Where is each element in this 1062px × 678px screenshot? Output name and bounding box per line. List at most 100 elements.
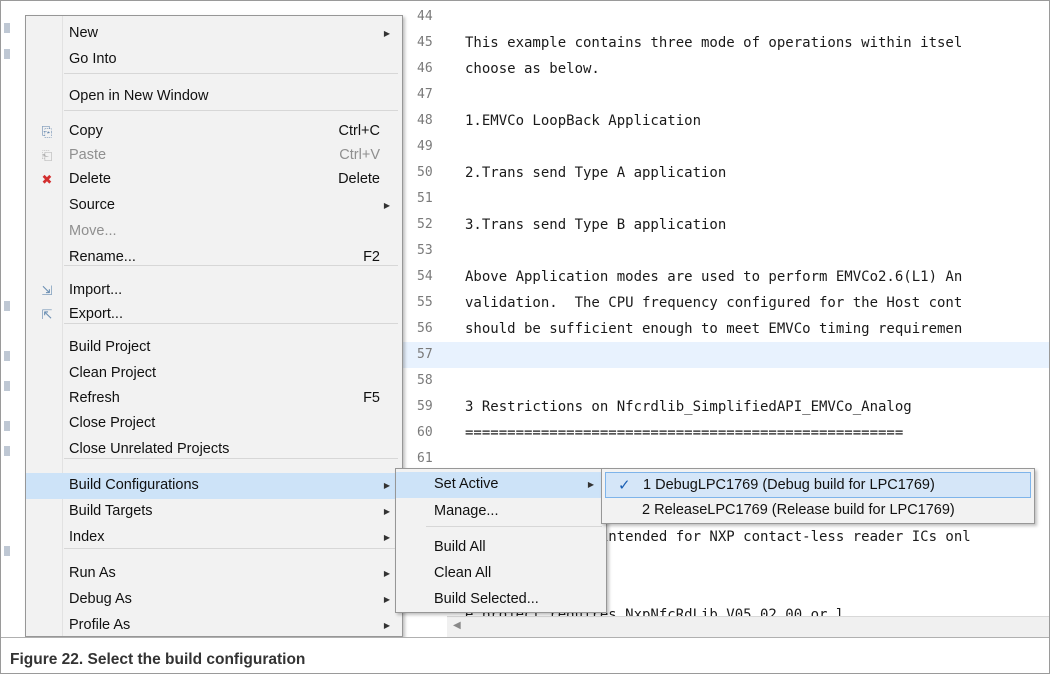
line-number: 57 [417,347,433,362]
menu-item-shortcut: Ctrl+V [339,147,380,163]
menu-item-go-into[interactable]: Go Into [26,47,402,73]
editor-line: 53 [403,238,1049,264]
menu-item-label: Run As [69,565,116,581]
menu-item-shortcut: Delete [338,171,380,187]
export-icon: ⇱ [41,307,53,322]
submenu-item-set-active[interactable]: Set Active ▶ [396,472,606,498]
checkmark-icon: ✓ [618,477,631,494]
submenu-arrow-icon: ▶ [383,507,390,516]
line-number: 48 [417,113,433,128]
submenu-arrow-icon: ▶ [383,481,390,490]
line-number: 56 [417,321,433,336]
configuration-option-label: 2 ReleaseLPC1769 (Release build for LPC1… [642,502,955,518]
menu-item-label: Source [69,197,115,213]
menu-separator [64,110,398,111]
editor-line: 49 [403,134,1049,160]
submenu-item-build-selected[interactable]: Build Selected... [396,587,606,613]
line-text: choose as below. [465,61,600,77]
menu-item-copy[interactable]: ⎘ Copy Ctrl+C [26,119,402,145]
menu-item-source[interactable]: Source ▶ [26,193,402,219]
menu-item-close-project[interactable]: Close Project [26,411,402,437]
build-configurations-submenu: Set Active ▶ Manage... Build All Clean All Bu… [395,468,607,613]
menu-item-label: Build Project [69,339,151,355]
menu-item-build-project[interactable]: Build Project [26,335,402,361]
menu-item-run-as[interactable]: Run As ▶ [26,561,402,587]
menu-item-new[interactable]: New ▶ [26,21,402,47]
delete-icon: ✖ [41,172,53,187]
menu-item-build-configurations[interactable]: Build Configurations ▶ [26,473,402,499]
menu-item-label: Open in New Window [69,88,209,104]
project-tree-edge [1,1,25,637]
menu-item-rename[interactable]: Rename... F2 [26,245,402,271]
submenu-item-build-all[interactable]: Build All [396,535,606,561]
menu-separator [426,526,602,527]
menu-item-label: Paste [69,147,107,163]
submenu-arrow-icon: ▶ [383,621,390,630]
editor-line: 44 [403,4,1049,30]
copy-icon: ⎘ [41,124,53,139]
line-number: 44 [417,9,433,24]
tree-item-icon [4,351,10,361]
menu-item-shortcut: F2 [363,249,380,265]
line-number: 59 [417,399,433,414]
line-number: 60 [417,425,433,440]
menu-item-label: Import... [69,282,123,298]
submenu-arrow-icon: ▶ [383,533,390,542]
menu-item-paste: ⎗ Paste Ctrl+V [26,143,402,169]
scroll-left-icon[interactable]: ◀ [453,620,461,631]
menu-item-import[interactable]: ⇲ Import... [26,278,402,304]
line-text: 1.EMVCo LoopBack Application [465,113,702,129]
menu-item-label: Delete [69,171,111,187]
submenu-item-label: Build Selected... [434,591,539,607]
menu-item-build-targets[interactable]: Build Targets ▶ [26,499,402,525]
menu-item-debug-as[interactable]: Debug As ▶ [26,587,402,613]
editor-line: 58 [403,368,1049,394]
menu-item-clean-project[interactable]: Clean Project [26,361,402,387]
menu-item-delete[interactable]: ✖ Delete Delete [26,167,402,193]
menu-item-refresh[interactable]: Refresh F5 [26,386,402,412]
tree-item-icon [4,301,10,311]
submenu-item-manage[interactable]: Manage... [396,499,606,525]
submenu-item-label: Set Active [434,476,499,492]
line-number: 58 [417,373,433,388]
menu-item-open-in-new-window[interactable]: Open in New Window [26,84,402,110]
menu-item-index[interactable]: Index ▶ [26,525,402,551]
line-number: 45 [417,35,433,50]
context-menu: New ▶ Go Into Open in New Window ⎘ Copy Ctrl+C… [25,15,403,637]
menu-item-close-unrelated-projects[interactable]: Close Unrelated Projects [26,437,402,463]
tree-item-icon [4,421,10,431]
figure-caption: Figure 22. Select the build configuratio… [10,651,306,668]
submenu-item-clean-all[interactable]: Clean All [396,561,606,587]
editor-line: 59 3 Restrictions on Nfcrdlib_SimplifiedA… [403,394,1049,420]
submenu-arrow-icon: ▶ [383,201,390,210]
editor-line: 50 2.Trans send Type A application [403,160,1049,186]
line-number: 50 [417,165,433,180]
menu-item-label: Build Targets [69,503,153,519]
menu-item-shortcut: F5 [363,390,380,406]
configuration-option-2[interactable]: 2 ReleaseLPC1769 (Release build for LPC1… [605,498,1031,524]
line-number: 49 [417,139,433,154]
editor-line: 57 [403,342,1049,368]
tree-item-icon [4,446,10,456]
line-number: 52 [417,217,433,232]
editor-line: 51 [403,186,1049,212]
horizontal-scrollbar[interactable]: ◀ [447,616,1049,637]
menu-item-label: Copy [69,123,103,139]
submenu-arrow-icon: ▶ [383,595,390,604]
editor-line: 52 3.Trans send Type B application [403,212,1049,238]
menu-item-label: Export... [69,306,123,322]
menu-item-label: Rename... [69,249,136,265]
tree-item-icon [4,381,10,391]
editor-line: 48 1.EMVCo LoopBack Application [403,108,1049,134]
line-number: 51 [417,191,433,206]
menu-item-label: Build Configurations [69,477,199,493]
configuration-option-1[interactable]: ✓ 1 DebugLPC1769 (Debug build for LPC1769… [605,472,1031,498]
menu-item-profile-as[interactable]: Profile As ▶ [26,613,402,636]
line-text: Above Application modes are used to perf… [465,269,963,285]
menu-item-export[interactable]: ⇱ Export... [26,302,402,328]
submenu-arrow-icon: ▶ [383,29,390,38]
menu-item-label: Profile As [69,617,131,633]
editor-line: 45 This example contains three mode of op… [403,30,1049,56]
submenu-arrow-icon: ▶ [587,480,594,489]
menu-item-shortcut: Ctrl+C [338,123,381,139]
